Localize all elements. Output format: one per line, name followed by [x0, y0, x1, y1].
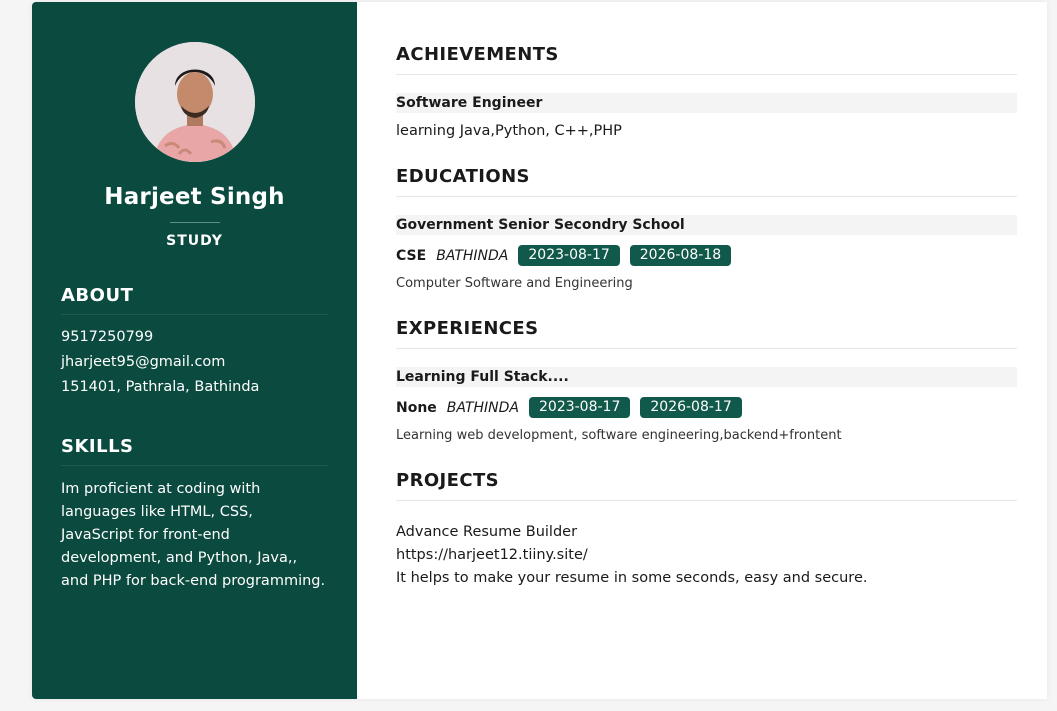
- education-start-badge: 2023-08-17: [518, 245, 620, 266]
- about-email: jharjeet95@gmail.com: [61, 354, 226, 370]
- achievement-title: Software Engineer: [396, 93, 1017, 113]
- about-heading: ABOUT: [61, 285, 328, 315]
- profile-photo: [134, 42, 255, 162]
- achievements-section: ACHIEVEMENTS Software Engineer learning …: [396, 44, 1017, 139]
- profile-role: STUDY: [166, 233, 223, 249]
- profile-name: Harjeet Singh: [104, 184, 285, 210]
- education-meta: CSE BATHINDA 2023-08-17 2026-08-18: [396, 245, 1017, 266]
- experience-location: BATHINDA: [446, 399, 519, 416]
- education-end-badge: 2026-08-18: [629, 245, 732, 266]
- name-divider: [169, 222, 220, 223]
- achievements-heading: ACHIEVEMENTS: [396, 44, 1017, 75]
- projects-heading: PROJECTS: [396, 470, 1017, 501]
- educations-section: EDUCATIONS Government Senior Secondry Sc…: [396, 166, 1017, 291]
- main-content: ACHIEVEMENTS Software Engineer learning …: [357, 2, 1047, 699]
- experience-description: Learning web development, software engin…: [396, 428, 842, 443]
- project-link[interactable]: https://harjeet12.tiiny.site/: [396, 544, 1017, 567]
- achievement-text: learning Java,Python, C++,PHP: [396, 123, 622, 139]
- about-address: 151401, Pathrala, Bathinda: [61, 379, 260, 395]
- education-description: Computer Software and Engineering: [396, 276, 633, 291]
- project-name: Advance Resume Builder: [396, 524, 578, 540]
- projects-section: PROJECTS Advance Resume Builder https://…: [396, 470, 1017, 590]
- education-location: BATHINDA: [436, 247, 509, 264]
- project-details: Advance Resume Builder https://harjeet12…: [396, 521, 1017, 590]
- experience-start-badge: 2023-08-17: [529, 397, 631, 418]
- education-title: Government Senior Secondry School: [396, 215, 1017, 235]
- about-phone: 9517250799: [61, 329, 154, 345]
- resume-page: Harjeet Singh STUDY ABOUT 9517250799 jha…: [32, 2, 1047, 699]
- experience-end-badge: 2026-08-17: [640, 397, 742, 418]
- skills-text: Im proficient at coding with languages l…: [61, 481, 326, 589]
- experience-meta: None BATHINDA 2023-08-17 2026-08-17: [396, 397, 1017, 418]
- experience-position: None: [396, 399, 437, 416]
- sidebar: Harjeet Singh STUDY ABOUT 9517250799 jha…: [32, 2, 357, 699]
- about-list: 9517250799 jharjeet95@gmail.com 151401, …: [61, 325, 328, 400]
- experience-title: Learning Full Stack....: [396, 367, 1017, 387]
- skills-heading: SKILLS: [61, 436, 328, 466]
- education-degree: CSE: [396, 247, 427, 264]
- project-description: It helps to make your resume in some sec…: [396, 570, 868, 586]
- experiences-heading: EXPERIENCES: [396, 318, 1017, 349]
- educations-heading: EDUCATIONS: [396, 166, 1017, 197]
- experiences-section: EXPERIENCES Learning Full Stack.... None…: [396, 318, 1017, 443]
- profile-avatar: [134, 42, 255, 162]
